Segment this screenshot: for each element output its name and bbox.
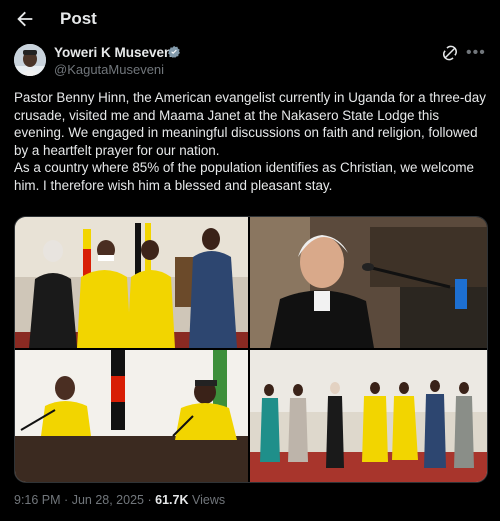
more-options-icon[interactable]: •••	[466, 44, 486, 62]
top-bar: Post	[0, 0, 500, 40]
grok-icon[interactable]	[441, 44, 459, 62]
views-label: Views	[191, 493, 226, 507]
photo-handshake[interactable]	[15, 217, 248, 348]
page-title: Post	[60, 9, 97, 28]
separator: ·	[147, 493, 152, 507]
author-handle[interactable]: @KagutaMuseveni	[54, 62, 164, 77]
avatar-image	[14, 44, 46, 76]
arrow-left-icon[interactable]	[14, 8, 36, 30]
views-count: 61.7K	[155, 493, 189, 507]
photo-seated-meeting[interactable]	[15, 350, 248, 482]
verified-badge-icon	[168, 45, 180, 58]
photo-pastor-speaking[interactable]	[250, 217, 487, 348]
author-name[interactable]: Yoweri K Museveni	[54, 45, 176, 60]
avatar[interactable]	[14, 44, 46, 76]
post-text: Pastor Benny Hinn, the American evangeli…	[14, 89, 488, 195]
post-paragraph: Pastor Benny Hinn, the American evangeli…	[14, 90, 486, 158]
post-time[interactable]: 9:16 PM	[14, 493, 61, 507]
post-date[interactable]: Jun 28, 2025	[72, 493, 144, 507]
photo-group[interactable]	[250, 350, 487, 482]
separator: ·	[64, 493, 69, 507]
media-grid	[14, 216, 488, 483]
post-paragraph: As a country where 85% of the population…	[14, 160, 474, 193]
post-meta: 9:16 PM · Jun 28, 2025 · 61.7K Views	[14, 493, 225, 507]
